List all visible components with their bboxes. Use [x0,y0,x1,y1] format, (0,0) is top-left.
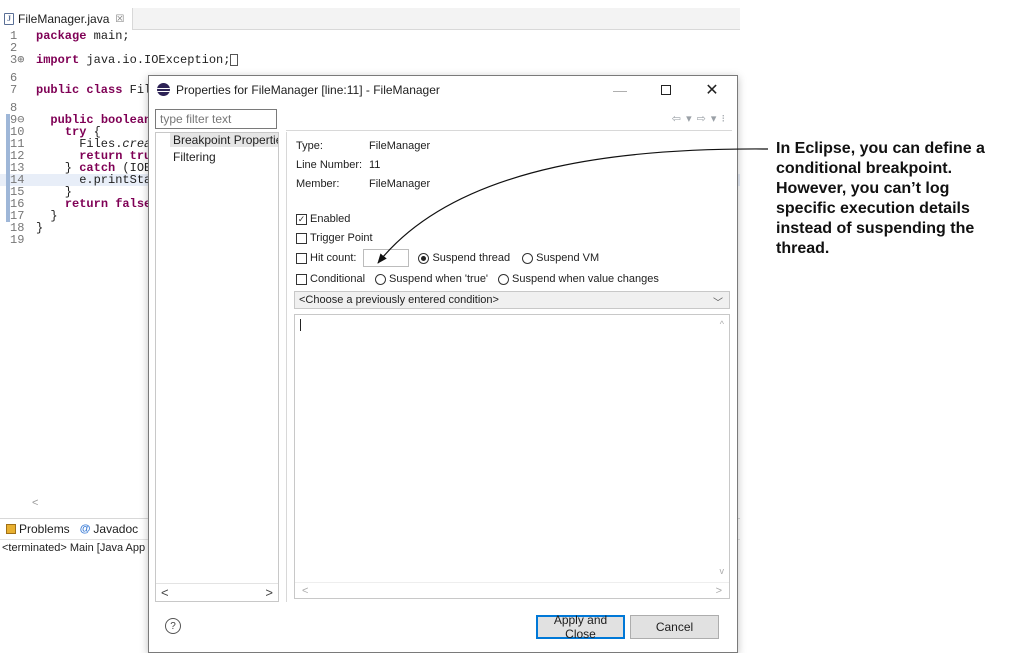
type-value: FileManager [369,140,431,152]
text-caret [300,319,301,331]
code-token: } [36,221,44,235]
help-icon[interactable]: ? [165,618,181,634]
suspend-vm-radio[interactable] [522,252,534,264]
tab-problems[interactable]: Problems [6,522,70,536]
tab-close-icon[interactable]: ☒ [115,14,124,25]
editor-tab-filemanager[interactable]: J FileManager.java ☒ [0,8,134,30]
scroll-right-arrow-icon[interactable]: > [265,585,273,600]
properties-dialog: Properties for FileManager [line:11] - F… [148,75,738,653]
breakpoint-properties-page: Type: FileManager Line Number: 11 Member… [286,132,732,602]
code-line[interactable]: 1 package main; [0,30,740,42]
conditional-checkbox[interactable] [296,273,307,285]
conditional-label: Conditional [310,273,366,285]
dialog-titlebar[interactable]: Properties for FileManager [line:11] - F… [149,76,737,104]
minimize-button[interactable]: — [597,76,643,104]
code-keyword: import [36,53,80,67]
hit-count-row: Hit count: Suspend thread Suspend VM [296,249,599,267]
condition-history-select[interactable]: <Choose a previously entered condition> … [294,291,730,309]
navigation-arrows-icon[interactable]: ⇦ ▾ ⇨ ▾ ⁝ [672,112,726,125]
editor-tab-label: FileManager.java [18,12,110,26]
code-keyword: package [36,29,87,43]
code-line[interactable]: 3⊕ import java.io.IOException; [0,54,740,66]
suspend-thread-label: Suspend thread [432,252,511,264]
tab-javadoc-label: Javadoc [93,522,139,536]
nav-item-breakpoint-properties[interactable]: Breakpoint Properties [170,133,278,147]
scroll-left-arrow-icon[interactable]: < [32,497,38,509]
java-file-icon: J [4,13,14,25]
trigger-point-checkbox-row[interactable]: Trigger Point [296,232,373,244]
nav-item-filtering[interactable]: Filtering [173,150,216,164]
condition-history-value: <Choose a previously entered condition> [299,294,499,306]
apply-and-close-button[interactable]: Apply and Close [536,613,625,641]
suspend-when-changes-label: Suspend when value changes [512,273,659,285]
code-text: import java.io.IOException; [36,53,239,67]
line-number: 19 [10,233,25,247]
hit-count-checkbox[interactable] [296,252,307,264]
enabled-label: Enabled [310,213,351,225]
code-token: java.io.IOException; [79,53,231,67]
console-status: <terminated> Main [Java App [2,542,146,554]
code-keyword: public class [36,83,123,97]
annotation-text: In Eclipse, you can define a conditional… [776,140,985,257]
enabled-checkbox[interactable]: ✓ [296,213,307,225]
line-number-label: Line Number: [296,159,363,171]
close-button[interactable]: ✕ [689,76,735,104]
trigger-point-label: Trigger Point [310,232,373,244]
scroll-up-arrow-icon[interactable]: ^ [720,319,724,329]
property-page-tree: Breakpoint Properties Filtering < > [155,132,279,602]
tab-javadoc[interactable]: @ Javadoc [80,522,138,536]
enabled-checkbox-row[interactable]: ✓ Enabled [296,213,350,225]
dialog-title: Properties for FileManager [line:11] - F… [176,83,440,97]
code-token: main; [86,29,130,43]
collapsed-imports-icon [230,54,239,66]
code-text: } [36,222,43,234]
member-value: FileManager [369,178,431,190]
line-number: 7 [10,83,18,97]
trigger-point-checkbox[interactable] [296,232,307,244]
code-text: public class File [36,84,158,96]
suspend-vm-label: Suspend VM [536,252,600,264]
filter-input[interactable] [155,109,277,129]
suspend-when-true-label: Suspend when 'true' [389,273,489,285]
chevron-down-icon: ﹀ [713,298,723,309]
line-number-value: 11 [369,159,381,171]
code-keyword: return false [64,197,152,211]
condition-text-editor[interactable]: ^ v < > [294,314,730,599]
scroll-down-arrow-icon[interactable]: v [720,566,725,576]
line-number: 3⊕ [10,53,25,67]
eclipse-icon [157,83,170,96]
suspend-thread-radio[interactable] [418,252,430,264]
maximize-button[interactable] [643,76,689,104]
editor-tab-bar: J FileManager.java ☒ [0,8,740,30]
editor-horizontal-scrollbar[interactable]: < > [295,582,729,598]
scroll-left-arrow-icon[interactable]: < [302,585,308,597]
hit-count-label: Hit count: [310,252,357,264]
tab-problems-label: Problems [19,522,70,536]
suspend-when-changes-radio[interactable] [498,273,510,285]
suspend-when-true-radio[interactable] [375,273,387,285]
problems-icon [6,524,16,534]
code-text: package main; [36,30,130,42]
scroll-right-arrow-icon[interactable]: > [716,585,722,597]
scroll-left-arrow-icon[interactable]: < [161,585,169,600]
maximize-icon [661,85,671,95]
page-header: ⇦ ▾ ⇨ ▾ ⁝ [286,109,732,131]
cancel-button[interactable]: Cancel [630,615,719,639]
tree-horizontal-scrollbar[interactable]: < > [156,583,278,601]
member-label: Member: [296,178,340,190]
conditional-row: Conditional Suspend when 'true' Suspend … [296,273,659,285]
javadoc-icon: @ [79,523,91,535]
type-label: Type: [296,140,323,152]
hit-count-input[interactable] [363,249,410,267]
